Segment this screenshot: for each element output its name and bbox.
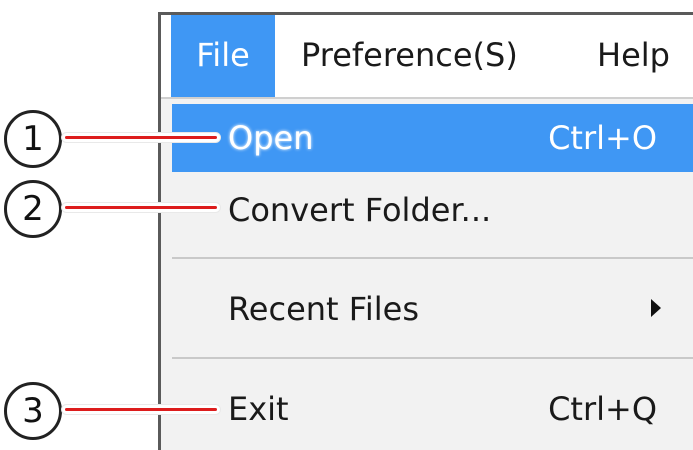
- menu-bar: File Preference(S) Help: [161, 15, 693, 97]
- menu-item-label: Exit: [228, 390, 289, 428]
- callout-pointer-line: [62, 405, 220, 414]
- menu-separator: [172, 257, 693, 259]
- callout-3: 3: [4, 382, 229, 442]
- menu-item-shortcut: Ctrl+O: [548, 119, 657, 157]
- menu-help[interactable]: Help: [597, 15, 670, 97]
- menu-item-shortcut: Ctrl+Q: [548, 390, 657, 428]
- menu-item-recent-files[interactable]: Recent Files: [172, 275, 693, 343]
- menu-file[interactable]: File: [171, 15, 275, 97]
- callout-2: 2: [4, 180, 229, 240]
- menu-preference[interactable]: Preference(S): [301, 15, 518, 97]
- annotated-screenshot: File Preference(S) Help Open Ctrl+O Conv…: [0, 0, 693, 450]
- callout-pointer-line: [62, 133, 220, 142]
- callout-1: 1: [4, 110, 229, 170]
- menu-item-open[interactable]: Open Ctrl+O: [172, 104, 693, 172]
- menu-item-label: Recent Files: [228, 290, 419, 328]
- callout-pointer-line: [62, 203, 220, 212]
- menu-item-convert-folder[interactable]: Convert Folder...: [172, 176, 693, 244]
- callout-number-badge: 1: [4, 110, 62, 168]
- menu-item-label: Open: [228, 119, 314, 157]
- menu-separator: [172, 357, 693, 359]
- submenu-arrow-icon: [651, 299, 661, 317]
- menu-item-exit[interactable]: Exit Ctrl+Q: [172, 375, 693, 443]
- menu-item-label: Convert Folder...: [228, 191, 492, 229]
- callout-number-badge: 2: [4, 180, 62, 238]
- callout-number-badge: 3: [4, 382, 62, 440]
